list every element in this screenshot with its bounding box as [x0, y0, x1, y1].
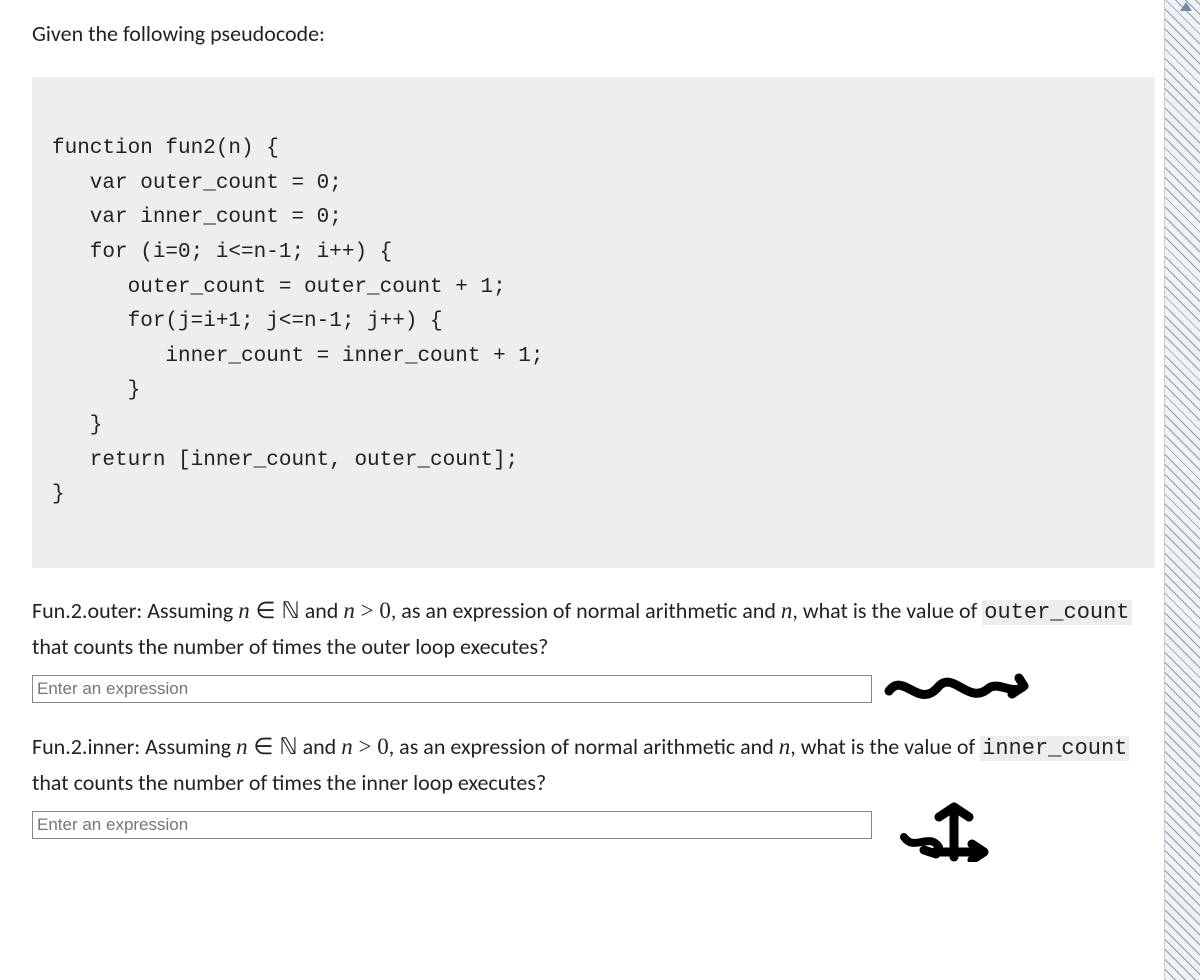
math-nat: ℕ [279, 734, 297, 759]
math-n: n [779, 734, 791, 759]
q1-and: and [300, 597, 344, 624]
math-n: n [343, 598, 355, 623]
math-zero: 0 [379, 598, 391, 623]
question-outer: Fun.2.outer: Assuming n ∈ ℕ and n > 0, a… [32, 593, 1155, 664]
q1-text: Assuming [142, 597, 238, 624]
math-gt: > [353, 734, 377, 759]
math-n: n [236, 734, 248, 759]
question-content: Given the following pseudocode: function… [32, 0, 1155, 847]
q1-tail3: that counts the number of times the oute… [32, 633, 548, 660]
q1-label: Fun.2.outer: [32, 597, 142, 624]
q2-and: and [298, 733, 342, 760]
math-zero: 0 [377, 734, 389, 759]
page: Given the following pseudocode: function… [0, 0, 1200, 980]
intro-text: Given the following pseudocode: [32, 20, 1155, 47]
answer-input-inner[interactable] [32, 811, 872, 839]
answer-row-inner [32, 802, 1155, 847]
scroll-up-icon[interactable] [1180, 2, 1192, 11]
q1-tail2: , what is the value of [792, 597, 982, 624]
answer-row-outer [32, 666, 1155, 711]
q2-label: Fun.2.inner: [32, 733, 140, 760]
math-in: ∈ [248, 734, 280, 759]
redaction-scribble [884, 802, 1034, 847]
math-n: n [341, 734, 353, 759]
math-gt: > [355, 598, 379, 623]
math-in: ∈ [250, 598, 282, 623]
math-nat: ℕ [281, 598, 299, 623]
q1-tail1: , as an expression of normal arithmetic … [391, 597, 781, 624]
inline-code-inner-count: inner_count [980, 736, 1129, 761]
code-block: function fun2(n) { var outer_count = 0; … [32, 77, 1155, 568]
math-n: n [238, 598, 250, 623]
q2-text: Assuming [140, 733, 236, 760]
q2-tail1: , as an expression of normal arithmetic … [389, 733, 779, 760]
q2-tail2: , what is the value of [790, 733, 980, 760]
math-n: n [781, 598, 793, 623]
scroll-gutter [1164, 0, 1200, 980]
q2-tail3: that counts the number of times the inne… [32, 769, 546, 796]
redaction-scribble [884, 666, 1034, 711]
inline-code-outer-count: outer_count [982, 600, 1131, 625]
question-inner: Fun.2.inner: Assuming n ∈ ℕ and n > 0, a… [32, 729, 1155, 800]
answer-input-outer[interactable] [32, 675, 872, 703]
